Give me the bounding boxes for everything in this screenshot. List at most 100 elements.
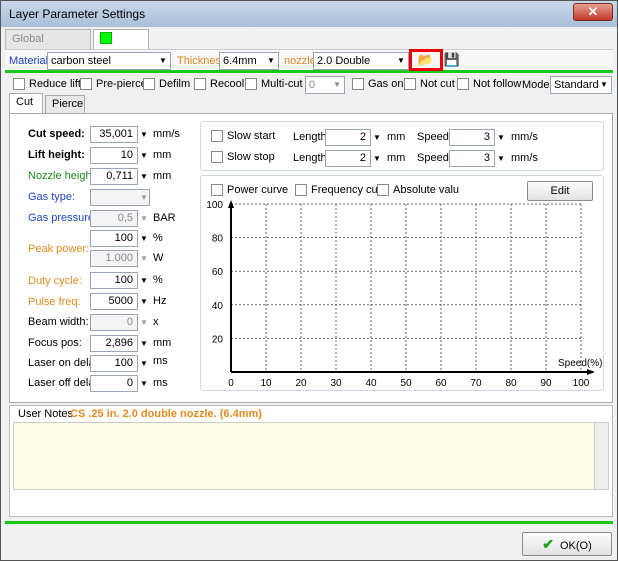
nozzle-select[interactable]: 2.0 Double ▼ <box>313 52 409 70</box>
spin-down-icon[interactable]: ▼ <box>138 147 150 164</box>
mode-value: Standard <box>554 79 599 91</box>
highlight-box <box>409 49 443 71</box>
x-tick-label: 100 <box>573 378 590 389</box>
recool-checkbox[interactable]: Recool <box>194 78 244 90</box>
focus-pos-input[interactable]: 2,896 <box>90 335 138 352</box>
not-cut-checkbox[interactable]: Not cut <box>404 78 455 90</box>
absolute-value-checkbox[interactable]: Absolute valu <box>377 184 459 196</box>
close-button[interactable]: ✕ <box>573 3 613 21</box>
spin-down-icon[interactable]: ▼ <box>138 375 150 392</box>
slow-start-length-input[interactable]: 2 <box>325 129 371 146</box>
x-tick-label: 20 <box>295 378 307 389</box>
spin-down-icon[interactable]: ▼ <box>138 210 150 227</box>
power-curve-checkbox[interactable]: Power curve <box>211 184 288 196</box>
slow-stop-speed-input[interactable]: 3 <box>449 150 495 167</box>
pulse-freq-input[interactable]: 5000 <box>90 293 138 310</box>
multicut-count-value: 0 <box>309 79 316 91</box>
checkbox-box <box>295 184 307 196</box>
material-label: Material: <box>9 55 52 67</box>
not-follow-checkbox[interactable]: Not follow <box>457 78 521 90</box>
chart-grid <box>231 203 582 372</box>
checkbox-box <box>211 184 223 196</box>
mode-select[interactable]: Standard ▼ <box>550 76 612 94</box>
peak-power-percent-input[interactable]: 100 <box>90 230 138 247</box>
laser-off-delay-input[interactable]: 0 <box>90 375 138 392</box>
gas-pressure-label: Gas pressure: <box>28 212 98 224</box>
save-icon[interactable]: 💾 <box>441 51 463 69</box>
beam-width-input[interactable]: 0 <box>90 314 138 331</box>
thickness-select[interactable]: 6.4mm ▼ <box>219 52 279 70</box>
spin-down-icon[interactable]: ▼ <box>495 129 507 146</box>
recool-label: Recool <box>210 78 245 90</box>
chevron-down-icon: ▼ <box>600 80 608 89</box>
chevron-down-icon: ▼ <box>159 56 167 65</box>
lift-height-input[interactable]: 10 <box>90 147 138 164</box>
laser-off-delay-unit: ms <box>153 377 168 389</box>
absolute-value-label: Absolute valu <box>393 184 460 196</box>
spin-down-icon[interactable]: ▼ <box>138 126 150 143</box>
checkbox-box <box>377 184 389 196</box>
slow-start-length-unit: mm <box>387 131 406 143</box>
slow-start-checkbox[interactable]: Slow start <box>211 130 275 142</box>
x-tick-label: 80 <box>505 378 517 389</box>
tab-cut[interactable]: Cut <box>9 93 43 113</box>
gas-pressure-input[interactable]: 0,5 <box>90 210 138 227</box>
frequency-curve-checkbox[interactable]: Frequency curv <box>295 184 387 196</box>
laser-on-delay-input[interactable]: 100 <box>90 355 138 372</box>
peak-power-watt-input[interactable]: 1.000 <box>90 250 138 267</box>
multicut-checkbox[interactable]: Multi-cut <box>245 78 303 90</box>
peak-power-watt-unit: W <box>153 252 164 264</box>
slow-stop-checkbox[interactable]: Slow stop <box>211 151 275 163</box>
ok-button[interactable]: ✔ OK(O) <box>522 532 612 556</box>
material-select[interactable]: carbon steel ▼ <box>47 52 171 70</box>
laser-on-delay-unit: ms <box>153 355 168 367</box>
material-value: carbon steel <box>51 55 111 67</box>
lift-height-unit: mm <box>153 149 172 161</box>
checkbox-box <box>211 151 223 163</box>
nozzle-height-input[interactable]: 0,711 <box>90 168 138 185</box>
multicut-count-select[interactable]: 0 ▼ <box>305 76 345 94</box>
spin-down-icon[interactable]: ▼ <box>371 129 383 146</box>
spin-down-icon[interactable]: ▼ <box>138 355 150 372</box>
frequency-curve-label: Frequency curv <box>311 184 387 196</box>
pre-pierce-checkbox[interactable]: Pre-pierce <box>80 78 147 90</box>
gas-on-label: Gas on <box>368 78 404 90</box>
slow-group: Slow start Length: 2 ▼ mm Speed: 3 ▼ mm/… <box>200 121 604 171</box>
pre-pierce-label: Pre-pierce <box>96 78 147 90</box>
pulse-freq-label: Pulse freq: <box>28 296 81 308</box>
gas-on-checkbox[interactable]: Gas on <box>352 78 403 90</box>
peak-power-label: Peak power: <box>28 243 90 255</box>
edit-button[interactable]: Edit <box>527 181 593 201</box>
checkbox-box <box>13 78 25 90</box>
spin-down-icon[interactable]: ▼ <box>138 168 150 185</box>
slow-start-speed-input[interactable]: 3 <box>449 129 495 146</box>
x-tick-label: 10 <box>260 378 272 389</box>
reduce-lift-checkbox[interactable]: Reduce lift <box>13 78 81 90</box>
tab-global-parameter[interactable]: Global Parameter <box>5 29 91 63</box>
slow-start-speed-label: Speed: <box>417 131 452 143</box>
spin-down-icon[interactable]: ▼ <box>138 272 150 289</box>
y-tick-label: 40 <box>212 301 224 312</box>
duty-cycle-input[interactable]: 100 <box>90 272 138 289</box>
spin-down-icon[interactable]: ▼ <box>138 230 150 247</box>
spin-down-icon[interactable]: ▼ <box>138 335 150 352</box>
user-notes-textarea[interactable] <box>13 422 609 490</box>
gas-type-label: Gas type: <box>28 191 76 203</box>
x-tick-label: 90 <box>540 378 552 389</box>
slow-stop-speed-unit: mm/s <box>511 152 538 164</box>
tab-pierce[interactable]: Pierce <box>45 95 85 113</box>
user-notes-label: User Notes <box>18 408 74 420</box>
slow-stop-length-input[interactable]: 2 <box>325 150 371 167</box>
spin-down-icon[interactable]: ▼ <box>138 314 150 331</box>
spin-down-icon[interactable]: ▼ <box>138 250 150 267</box>
nozzle-height-label: Nozzle height: <box>28 170 98 182</box>
notes-scrollbar[interactable] <box>594 423 608 489</box>
spin-down-icon[interactable]: ▼ <box>371 150 383 167</box>
defilm-checkbox[interactable]: Defilm <box>143 78 190 90</box>
tab-layer1[interactable]: layer1 <box>93 29 149 63</box>
spin-down-icon[interactable]: ▼ <box>138 293 150 310</box>
cut-speed-input[interactable]: 35,001 <box>90 126 138 143</box>
y-tick-label: 60 <box>212 267 224 278</box>
checkbox-box <box>245 78 257 90</box>
spin-down-icon[interactable]: ▼ <box>495 150 507 167</box>
